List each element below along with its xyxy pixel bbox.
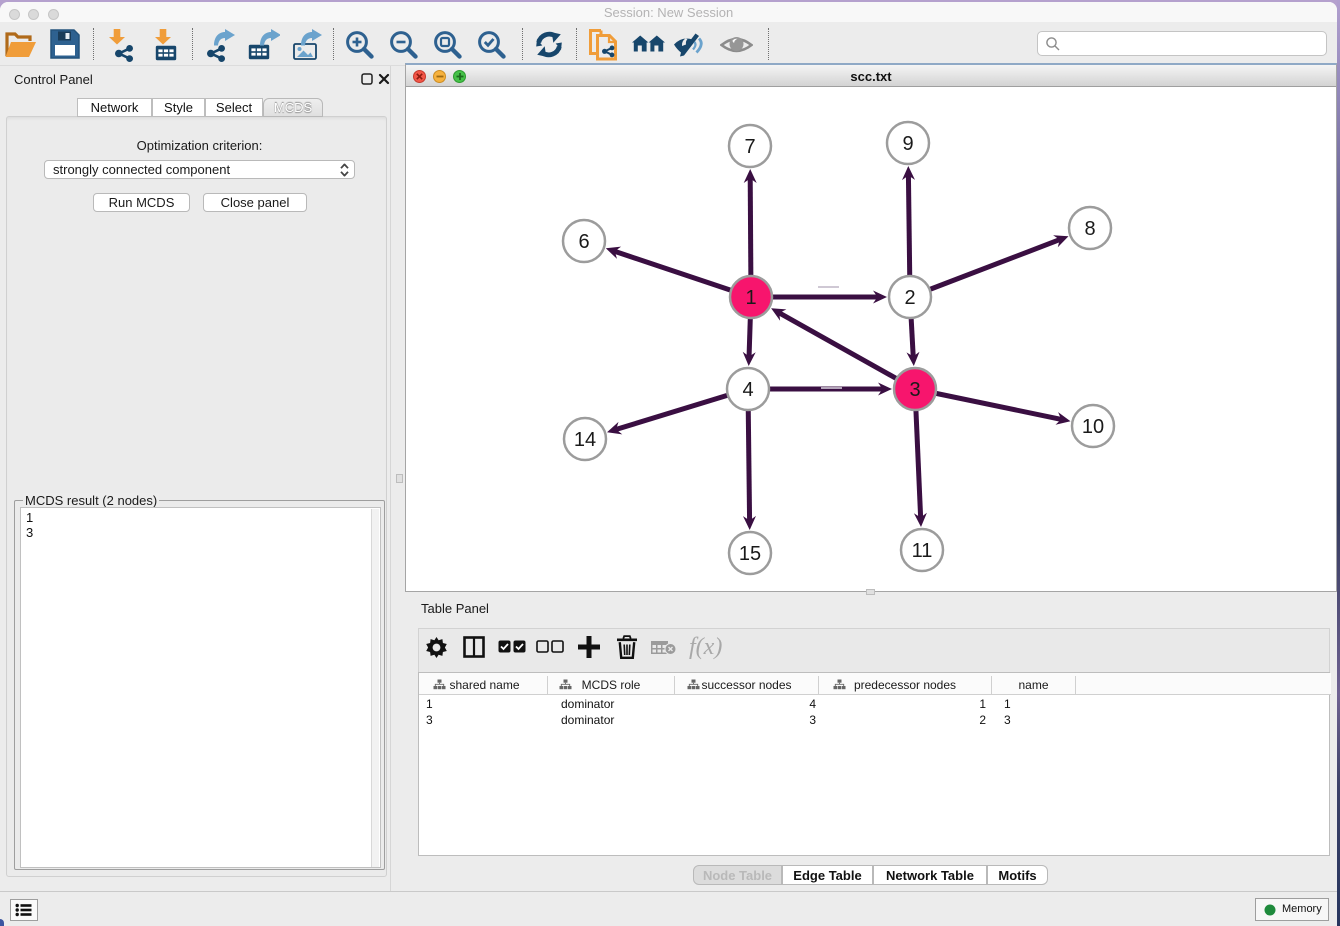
svg-text:15: 15 — [739, 543, 761, 565]
svg-text:14: 14 — [574, 429, 596, 451]
svg-text:3: 3 — [909, 379, 920, 401]
svg-text:7: 7 — [744, 136, 755, 158]
svg-text:2: 2 — [904, 287, 915, 309]
svg-text:6: 6 — [578, 231, 589, 253]
svg-text:4: 4 — [742, 379, 753, 401]
svg-text:9: 9 — [902, 133, 913, 155]
svg-text:10: 10 — [1082, 416, 1104, 438]
svg-text:1: 1 — [745, 287, 756, 309]
svg-text:11: 11 — [912, 540, 933, 562]
svg-text:8: 8 — [1084, 218, 1095, 240]
